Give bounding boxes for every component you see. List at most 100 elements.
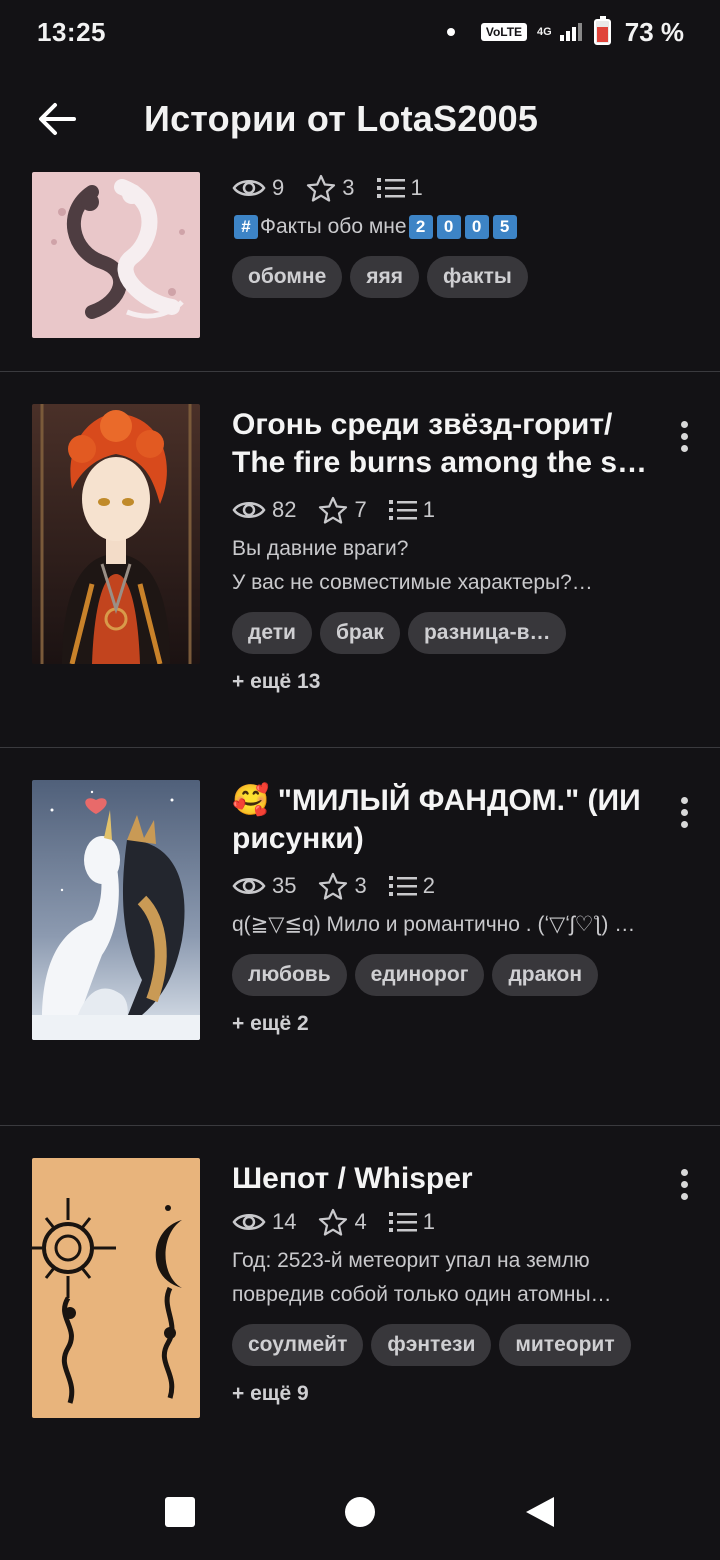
story-tags: дети брак разница-в… bbox=[232, 612, 652, 654]
views-stat: 14 bbox=[232, 1209, 296, 1235]
parts-stat: 2 bbox=[388, 873, 435, 899]
parts-stat: 1 bbox=[388, 1209, 435, 1235]
volte-badge: VoLTE bbox=[480, 23, 528, 41]
story-menu-button[interactable] bbox=[670, 1162, 698, 1206]
keycap-digit: 0 bbox=[464, 215, 489, 240]
recents-button[interactable] bbox=[90, 1472, 270, 1552]
home-button[interactable] bbox=[270, 1472, 450, 1552]
tag-chip[interactable]: обомне bbox=[232, 256, 343, 298]
list-icon bbox=[376, 178, 405, 198]
story-menu-button[interactable] bbox=[670, 414, 698, 458]
stars-stat: 7 bbox=[318, 496, 367, 524]
list-icon bbox=[388, 1212, 417, 1232]
keycap-digit: 5 bbox=[492, 215, 517, 240]
triangle-back-icon bbox=[526, 1497, 554, 1527]
tag-chip[interactable]: фэнтези bbox=[371, 1324, 492, 1366]
network-type: 4G bbox=[537, 26, 552, 38]
story-list[interactable]: 9 3 1 # Факты обо мне 2 0 0 5 обомне яяя факт… bbox=[0, 162, 720, 1462]
eye-icon bbox=[232, 502, 266, 518]
story-stats: 35 3 2 bbox=[232, 868, 652, 904]
list-icon bbox=[388, 876, 417, 896]
signal-icon bbox=[559, 23, 582, 41]
arrow-left-icon bbox=[39, 103, 76, 135]
story-description: Вы давние враги? У вас не совместимые ха… bbox=[232, 537, 593, 594]
views-count: 35 bbox=[272, 873, 297, 898]
story-cover-image[interactable] bbox=[32, 404, 200, 664]
story-card[interactable]: 9 3 1 # Факты обо мне 2 0 0 5 обомне яяя факт… bbox=[0, 162, 720, 372]
stars-stat: 4 bbox=[318, 1208, 367, 1236]
stars-count: 7 bbox=[354, 497, 367, 522]
square-icon bbox=[165, 1497, 195, 1527]
views-stat: 35 bbox=[232, 873, 296, 899]
star-icon bbox=[307, 174, 336, 202]
more-tags-link[interactable]: + ещё 9 bbox=[232, 1382, 652, 1406]
story-stats: 9 3 1 bbox=[232, 170, 652, 206]
stars-count: 3 bbox=[354, 873, 367, 898]
stars-count: 4 bbox=[354, 1209, 367, 1234]
tag-chip[interactable]: дети bbox=[232, 612, 312, 654]
story-menu-button[interactable] bbox=[670, 790, 698, 834]
parts-count: 2 bbox=[422, 873, 435, 898]
tag-chip[interactable]: факты bbox=[427, 256, 528, 298]
tag-chip[interactable]: соулмейт bbox=[232, 1324, 364, 1366]
story-card[interactable]: Шепот / Whisper 14 4 1 Год: 2523-й метео… bbox=[0, 1126, 720, 1462]
story-cover-image[interactable] bbox=[32, 780, 200, 1040]
tag-chip[interactable]: митеорит bbox=[499, 1324, 631, 1366]
story-info: 🥰 "МИЛЫЙ ФАНДОМ." (ИИ рисунки) 35 3 2 q(… bbox=[232, 782, 652, 1036]
more-vertical-icon bbox=[680, 420, 688, 452]
tag-chip[interactable]: дракон bbox=[492, 954, 599, 996]
star-icon bbox=[319, 496, 348, 524]
views-count: 9 bbox=[272, 175, 285, 200]
parts-stat: 1 bbox=[376, 175, 423, 201]
keycap-hash: # bbox=[234, 215, 258, 240]
story-card[interactable]: Огонь среди звёзд-горит/ The fire burns … bbox=[0, 372, 720, 748]
more-tags-link[interactable]: + ещё 2 bbox=[232, 1012, 652, 1036]
back-button[interactable] bbox=[22, 84, 92, 154]
eye-icon bbox=[232, 878, 266, 894]
list-icon bbox=[388, 500, 417, 520]
notification-dot-icon bbox=[446, 28, 455, 36]
app-header: Истории от LotaS2005 bbox=[0, 76, 720, 162]
stars-stat: 3 bbox=[306, 174, 355, 202]
page-title: Истории от LotaS2005 bbox=[144, 98, 539, 139]
story-info: Огонь среди звёзд-горит/ The fire burns … bbox=[232, 406, 652, 694]
battery-icon: + bbox=[593, 16, 611, 45]
views-count: 14 bbox=[272, 1209, 297, 1234]
story-info: 9 3 1 # Факты обо мне 2 0 0 5 обомне яяя факт… bbox=[232, 170, 652, 298]
circle-icon bbox=[345, 1497, 375, 1527]
views-stat: 82 bbox=[232, 497, 296, 523]
views-count: 82 bbox=[272, 497, 297, 522]
story-cover-image[interactable] bbox=[32, 172, 200, 338]
status-bar: 13:25 VoLTE 4G + 73 % bbox=[0, 0, 720, 64]
parts-count: 1 bbox=[422, 497, 435, 522]
status-indicators: VoLTE 4G + 73 % bbox=[446, 16, 684, 48]
story-description: Год: 2523-й метеорит упал на землю повре… bbox=[232, 1249, 612, 1306]
system-back-button[interactable] bbox=[450, 1472, 630, 1552]
tag-chip[interactable]: разница-в… bbox=[407, 612, 567, 654]
story-cover-image[interactable] bbox=[32, 1158, 200, 1418]
views-stat: 9 bbox=[232, 175, 284, 201]
tag-chip[interactable]: яяя bbox=[350, 256, 420, 298]
story-info: Шепот / Whisper 14 4 1 Год: 2523-й метео… bbox=[232, 1160, 652, 1406]
story-card[interactable]: 🥰 "МИЛЫЙ ФАНДОМ." (ИИ рисунки) 35 3 2 q(… bbox=[0, 748, 720, 1126]
more-vertical-icon bbox=[680, 796, 688, 828]
tag-chip[interactable]: любовь bbox=[232, 954, 347, 996]
keycap-digit: 2 bbox=[408, 215, 433, 240]
tag-chip[interactable]: единорог bbox=[354, 954, 485, 996]
eye-icon bbox=[232, 180, 266, 196]
story-tags: обомне яяя факты bbox=[232, 256, 652, 298]
eye-icon bbox=[232, 1214, 266, 1230]
tag-chip[interactable]: брак bbox=[319, 612, 400, 654]
keycap-digit: 0 bbox=[436, 215, 461, 240]
parts-stat: 1 bbox=[388, 497, 435, 523]
more-vertical-icon bbox=[680, 1168, 688, 1200]
story-title[interactable]: Шепот / Whisper bbox=[232, 1160, 652, 1198]
stars-count: 3 bbox=[342, 175, 355, 200]
stars-stat: 3 bbox=[318, 872, 367, 900]
story-title[interactable]: 🥰 "МИЛЫЙ ФАНДОМ." (ИИ рисунки) bbox=[232, 782, 652, 858]
story-title[interactable]: Огонь среди звёзд-горит/ The fire burns … bbox=[232, 406, 652, 482]
battery-percent: 73 % bbox=[624, 16, 684, 47]
story-tags: соулмейт фэнтези митеорит bbox=[232, 1324, 652, 1366]
system-nav-bar bbox=[0, 1464, 720, 1560]
more-tags-link[interactable]: + ещё 13 bbox=[232, 670, 652, 694]
